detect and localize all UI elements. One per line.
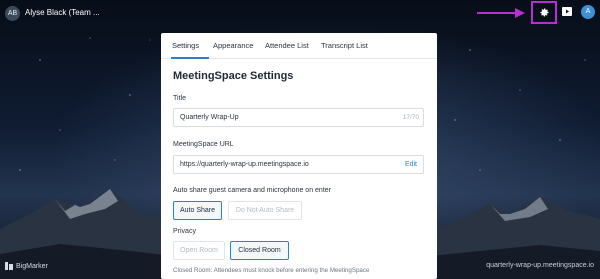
tab-transcript-list[interactable]: Transcript List xyxy=(321,41,368,50)
title-field[interactable]: Quarterly Wrap-Up 17/70 xyxy=(173,108,424,127)
arrow-right-icon xyxy=(477,8,525,18)
privacy-note: Closed Room: Attendees must knock before… xyxy=(173,267,370,274)
url-field: https://quarterly-wrap-up.meetingspace.i… xyxy=(173,155,424,174)
autoshare-label: Auto share guest camera and microphone o… xyxy=(173,187,331,194)
url-edit-link[interactable]: Edit xyxy=(405,161,417,168)
brand-name: BigMarker xyxy=(16,262,48,270)
panel-title: MeetingSpace Settings xyxy=(173,70,294,82)
tab-appearance[interactable]: Appearance xyxy=(213,41,253,50)
room-url-footer: quarterly-wrap-up.meetingspace.io xyxy=(486,262,594,269)
do-not-auto-share-button[interactable]: Do Not Auto Share xyxy=(228,201,302,220)
top-bar: AB Alyse Black (Team ... A xyxy=(0,0,600,26)
bigmarker-logo-icon xyxy=(5,262,13,270)
tab-attendee-list[interactable]: Attendee List xyxy=(265,41,309,50)
active-tab-indicator xyxy=(171,57,209,59)
tab-settings[interactable]: Settings xyxy=(172,41,199,50)
closed-room-button[interactable]: Closed Room xyxy=(230,241,289,260)
open-room-button[interactable]: Open Room xyxy=(173,241,225,260)
url-label: MeetingSpace URL xyxy=(173,141,234,148)
settings-button[interactable] xyxy=(531,1,557,24)
title-label: Title xyxy=(173,95,186,102)
user-avatar[interactable]: A xyxy=(581,5,595,19)
privacy-label: Privacy xyxy=(173,228,196,235)
host-avatar[interactable]: AB xyxy=(5,6,20,21)
settings-tabs: Settings Appearance Attendee List Transc… xyxy=(161,33,437,59)
title-value[interactable]: Quarterly Wrap-Up xyxy=(180,114,239,121)
host-name[interactable]: Alyse Black (Team ... xyxy=(25,8,100,17)
title-char-count: 17/70 xyxy=(402,114,419,121)
bigmarker-brand: BigMarker xyxy=(5,262,48,270)
url-value: https://quarterly-wrap-up.meetingspace.i… xyxy=(180,161,309,168)
settings-panel: Settings Appearance Attendee List Transc… xyxy=(161,33,437,279)
auto-share-button[interactable]: Auto Share xyxy=(173,201,222,220)
video-icon[interactable] xyxy=(562,7,572,16)
settings-gear-icon xyxy=(539,8,549,17)
